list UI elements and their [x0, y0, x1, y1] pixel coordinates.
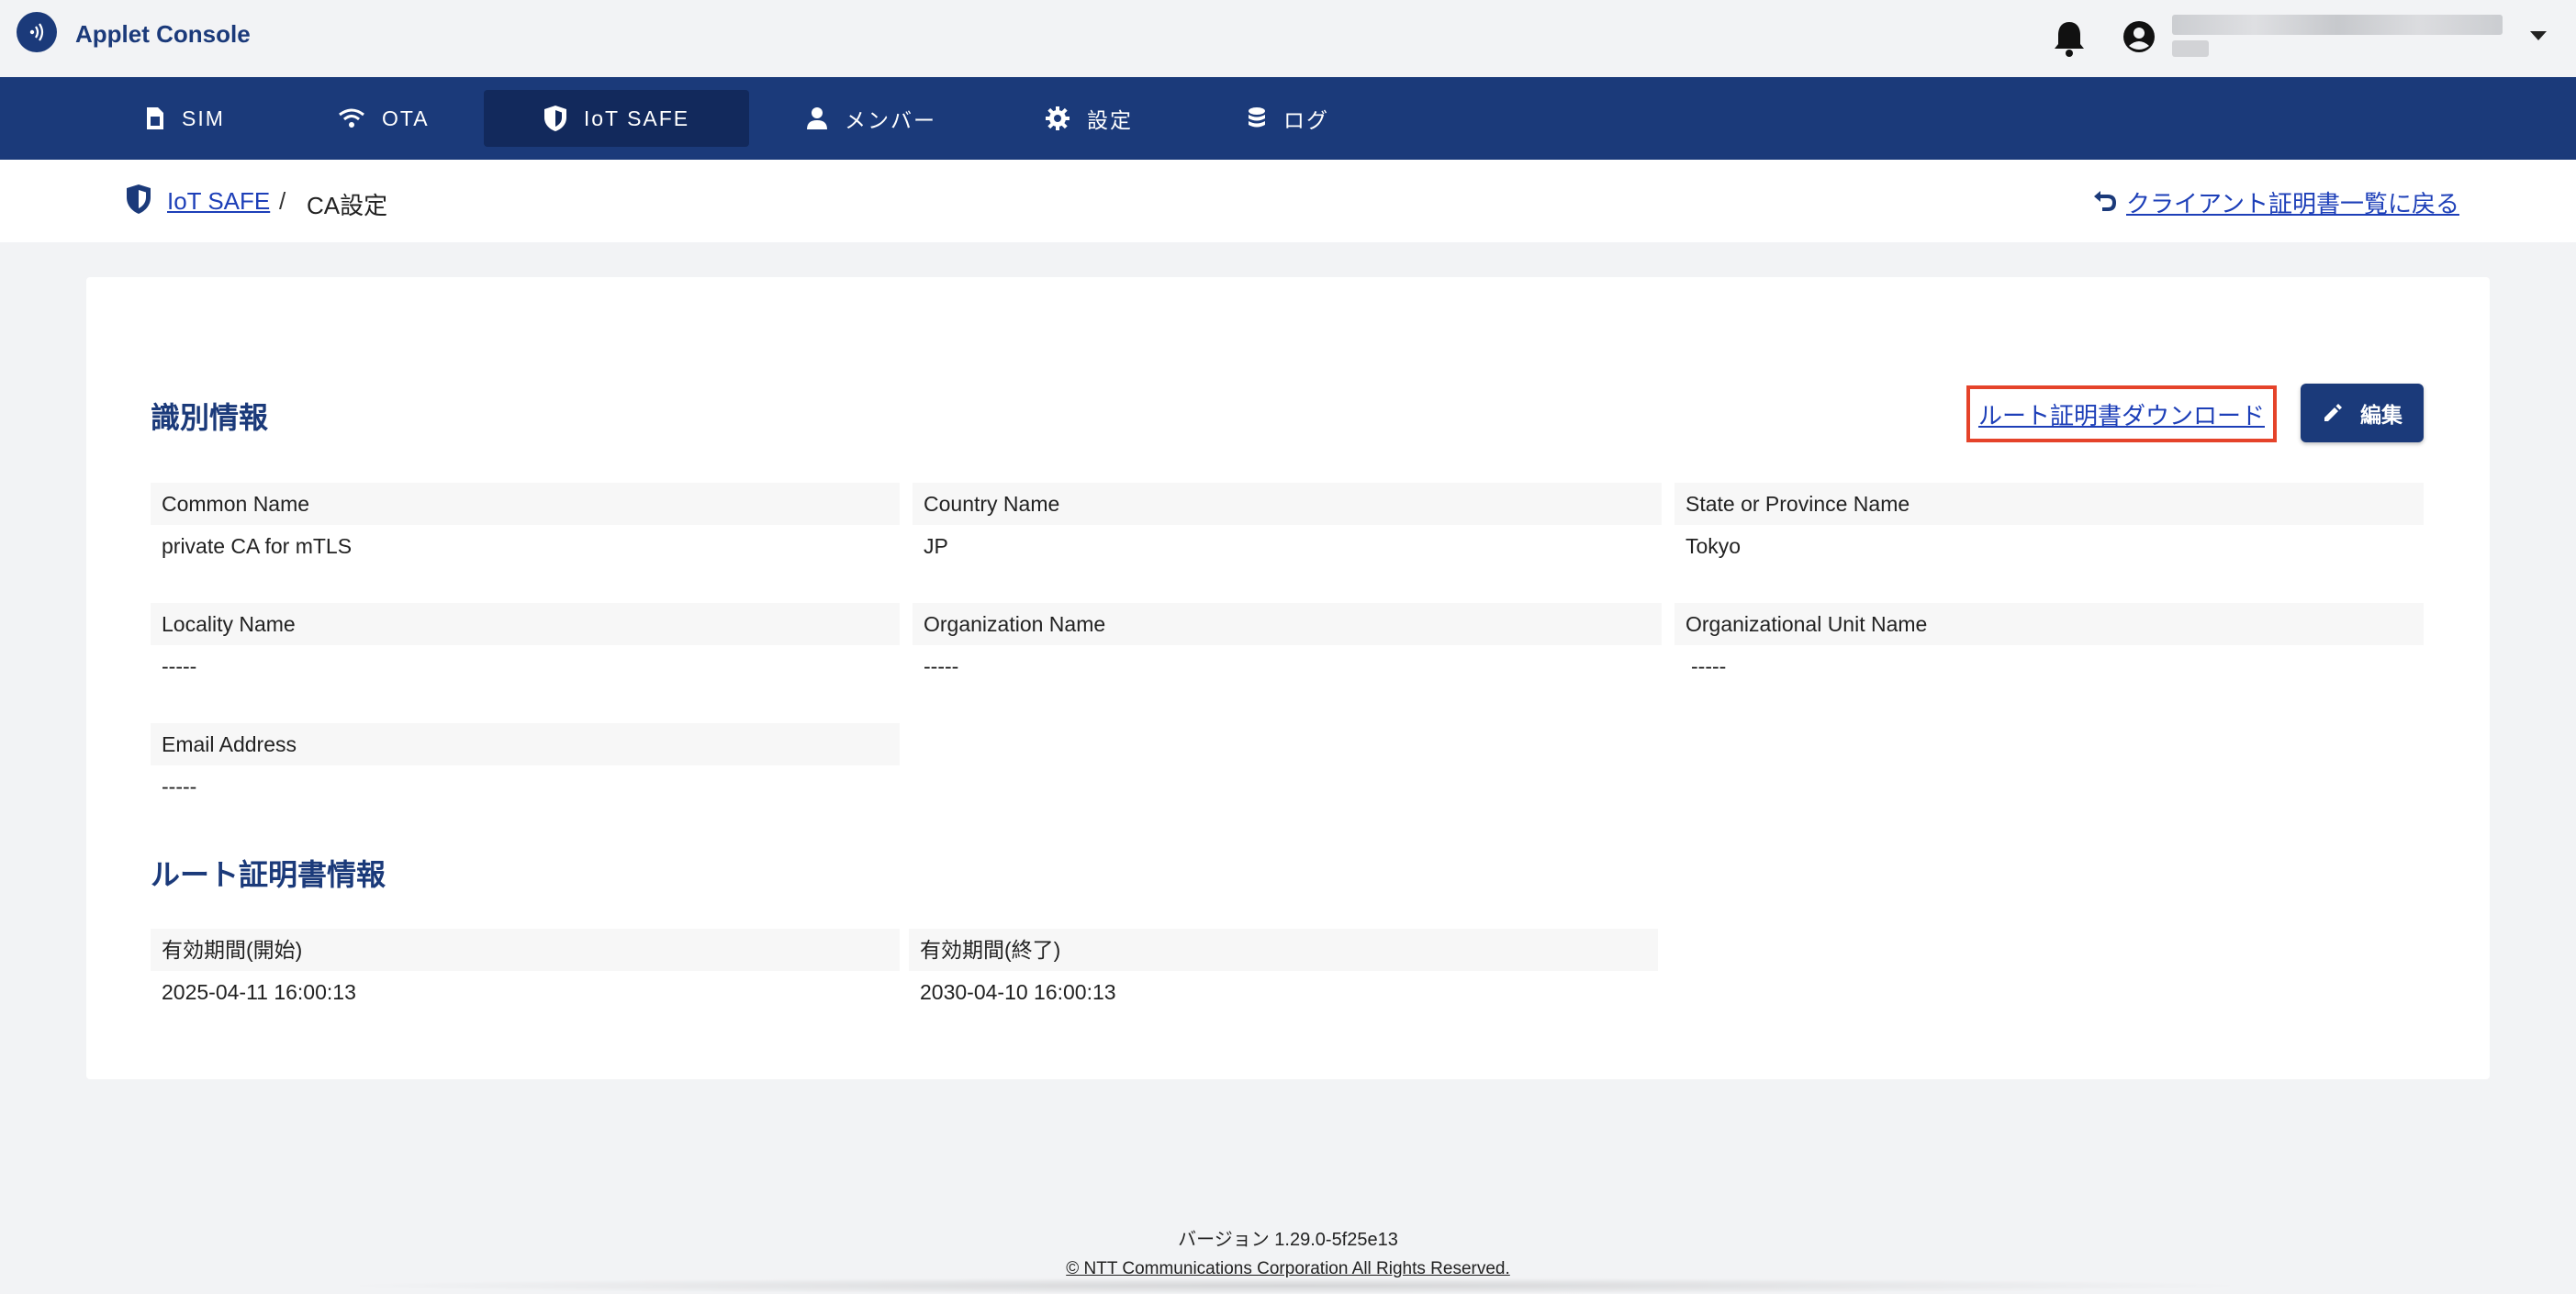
field-label: Country Name [913, 483, 1662, 525]
field-label: Organization Name [913, 603, 1662, 645]
footer-version: バージョン 1.29.0-5f25e13 [1178, 1230, 1398, 1250]
chevron-down-icon[interactable] [2530, 31, 2547, 40]
footer-copyright-link[interactable]: © NTT Communications Corporation All Rig… [0, 1259, 2576, 1279]
return-arrow-icon[interactable] [2093, 187, 2117, 215]
nav-item-logs[interactable]: ログ [1230, 90, 1346, 147]
field-state-or-province-name: State or Province Name Tokyo [1674, 483, 2424, 567]
database-icon [1249, 107, 1265, 128]
root-cert-download-link[interactable]: ルート証明書ダウンロード [1978, 397, 2265, 431]
nav-item-label: SIM [182, 106, 225, 130]
account-icon[interactable] [2121, 18, 2157, 55]
nav-item-label: メンバー [845, 108, 936, 132]
gear-icon [1046, 106, 1070, 130]
field-value: JP [924, 534, 948, 558]
nav-item-label: 設定 [1087, 108, 1133, 132]
field-locality-name: Locality Name ----- [151, 603, 900, 687]
download-highlight-box: ルート証明書ダウンロード [1966, 385, 2277, 442]
field-email-address: Email Address ----- [151, 723, 900, 808]
field-value: ----- [162, 654, 197, 678]
field-label: State or Province Name [1674, 483, 2424, 525]
account-subtext-redacted [2172, 40, 2209, 57]
field-country-name: Country Name JP [913, 483, 1662, 567]
field-label: 有効期間(終了) [909, 929, 1658, 971]
field-value: ----- [162, 775, 197, 798]
identity-section-title: 識別情報 [151, 401, 269, 434]
nav-item-label: ログ [1283, 108, 1329, 132]
field-valid-from: 有効期間(開始) 2025-04-11 16:00:13 [151, 929, 900, 1013]
field-value: private CA for mTLS [162, 534, 353, 558]
field-value: ----- [1691, 654, 1727, 678]
back-to-client-cert-list-link[interactable]: クライアント証明書一覧に戻る [2126, 185, 2459, 219]
breadcrumb: IoT SAFE / CA設定 クライアント証明書一覧に戻る [0, 160, 2576, 242]
edit-button-label: 編集 [2360, 403, 2402, 427]
footer-shadow [330, 1277, 2258, 1294]
field-common-name: Common Name private CA for mTLS [151, 483, 900, 567]
account-name-redacted[interactable] [2172, 15, 2503, 35]
app-title[interactable]: Applet Console [75, 20, 251, 49]
wifi-icon [339, 108, 364, 128]
edit-button[interactable]: 編集 [2301, 384, 2424, 442]
field-label: Locality Name [151, 603, 900, 645]
field-label: Organizational Unit Name [1674, 603, 2424, 645]
top-bar: Applet Console [0, 0, 2576, 77]
breadcrumb-link-iot-safe[interactable]: IoT SAFE [167, 187, 270, 216]
field-value: ----- [924, 654, 959, 678]
field-label: 有効期間(開始) [151, 929, 900, 971]
field-value: 2025-04-11 16:00:13 [162, 980, 356, 1004]
field-label: Common Name [151, 483, 900, 525]
breadcrumb-current: CA設定 [307, 192, 388, 219]
nav-item-iot-safe[interactable]: IoT SAFE [484, 90, 749, 147]
sim-card-icon [147, 107, 163, 129]
shield-icon [125, 184, 152, 215]
field-valid-to: 有効期間(終了) 2030-04-10 16:00:13 [909, 929, 1658, 1013]
breadcrumb-separator: / [279, 187, 286, 215]
nav-item-sim[interactable]: SIM [129, 90, 241, 147]
nav-item-settings[interactable]: 設定 [1028, 90, 1149, 147]
field-value: Tokyo [1686, 534, 1742, 558]
nav-item-members[interactable]: メンバー [790, 90, 953, 147]
nav-item-ota[interactable]: OTA [321, 90, 446, 147]
root-cert-section-title: ルート証明書情報 [151, 858, 386, 891]
field-label: Email Address [151, 723, 900, 765]
ca-settings-card: 識別情報 ルート証明書ダウンロード 編集 Common Name private… [86, 277, 2490, 1079]
shield-icon [543, 106, 566, 131]
main-nav: SIM OTA IoT SAFE メンバー 設定 ログ [0, 77, 2576, 160]
pencil-icon [2324, 404, 2342, 421]
wireless-logo-icon [17, 12, 57, 52]
field-organization-name: Organization Name ----- [913, 603, 1662, 687]
field-organizational-unit-name: Organizational Unit Name ----- [1674, 603, 2424, 687]
bell-icon[interactable] [2051, 18, 2088, 59]
nav-item-label: OTA [382, 106, 430, 130]
person-icon [807, 107, 827, 129]
field-value: 2030-04-10 16:00:13 [920, 980, 1116, 1004]
nav-item-label: IoT SAFE [583, 106, 690, 130]
